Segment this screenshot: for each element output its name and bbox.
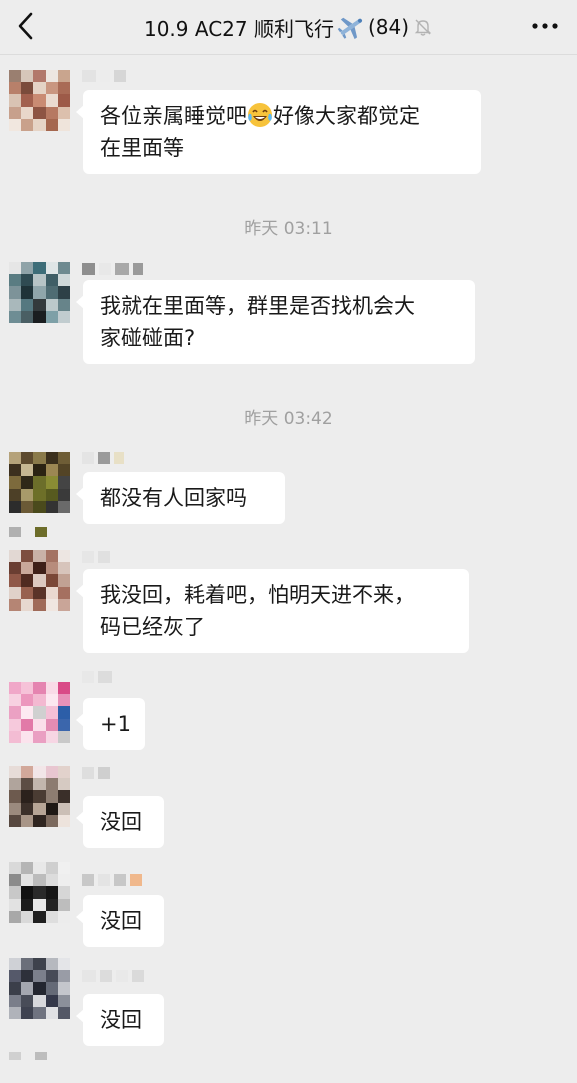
- message-text: 都没有人回家吗: [100, 486, 247, 510]
- avatar[interactable]: [9, 862, 70, 923]
- message-text: 各位亲属睡觉吧: [100, 104, 247, 128]
- message-bubble[interactable]: 没回: [76, 796, 164, 848]
- timestamp: 昨天 03:11: [244, 219, 333, 239]
- bell-muted-icon: [413, 17, 433, 37]
- more-options-button[interactable]: [527, 10, 563, 42]
- message-bubble[interactable]: 没回: [76, 994, 164, 1046]
- sender-name: [82, 452, 124, 466]
- airplane-icon: [336, 13, 366, 41]
- chat-header: 10.9 AC27 顺利飞行 (84): [0, 0, 577, 55]
- avatar-fragment: [9, 1052, 49, 1060]
- message-bubble[interactable]: 我就在里面等，群里是否找机会大 家碰碰面?: [76, 280, 475, 364]
- message-text: 我就在里面等，群里是否找机会大: [100, 294, 415, 318]
- message-text: 我没回，耗着吧，怕明天进不来，: [100, 583, 415, 607]
- timestamp: 昨天 03:42: [244, 409, 333, 429]
- laughing-tears-emoji-icon: [247, 102, 273, 128]
- chat-page: 10.9 AC27 顺利飞行 (84) 各位亲属睡觉吧 好像大家都觉定 在里面等…: [0, 0, 577, 1083]
- avatar[interactable]: [9, 550, 70, 611]
- message-bubble[interactable]: 各位亲属睡觉吧 好像大家都觉定在里面等: [76, 90, 481, 174]
- sender-name: [82, 671, 112, 685]
- back-button[interactable]: [8, 8, 44, 44]
- sender-name: [82, 874, 142, 888]
- avatar[interactable]: [9, 452, 70, 513]
- chat-title[interactable]: 10.9 AC27 顺利飞行 (84): [60, 0, 517, 54]
- avatar-fragment: [9, 527, 49, 537]
- message-text: 没回: [100, 810, 142, 834]
- avatar[interactable]: [9, 682, 70, 743]
- sender-name: [82, 970, 144, 984]
- avatar[interactable]: [9, 958, 70, 1019]
- message-text: 码已经灰了: [100, 615, 205, 639]
- group-name: 10.9 AC27 顺利飞行: [143, 16, 334, 41]
- chevron-left-icon: [18, 12, 33, 40]
- message-bubble[interactable]: 都没有人回家吗: [76, 472, 285, 524]
- more-dots-icon: [532, 23, 558, 29]
- sender-name: [82, 263, 143, 277]
- message-text: 没回: [100, 909, 142, 933]
- avatar[interactable]: [9, 766, 70, 827]
- sender-name: [82, 70, 126, 84]
- avatar[interactable]: [9, 70, 70, 131]
- message-bubble[interactable]: 我没回，耗着吧，怕明天进不来， 码已经灰了: [76, 569, 469, 653]
- message-text: 没回: [100, 1008, 142, 1032]
- sender-name: [82, 767, 110, 781]
- message-text: +1: [100, 712, 131, 736]
- message-text: 在里面等: [100, 136, 184, 160]
- avatar[interactable]: [9, 262, 70, 323]
- message-bubble[interactable]: +1: [76, 698, 145, 750]
- sender-name: [82, 551, 110, 565]
- member-count: (84): [367, 15, 410, 39]
- message-text: 好像大家都觉定: [273, 104, 420, 128]
- message-text: 家碰碰面?: [100, 326, 196, 350]
- message-bubble[interactable]: 没回: [76, 895, 164, 947]
